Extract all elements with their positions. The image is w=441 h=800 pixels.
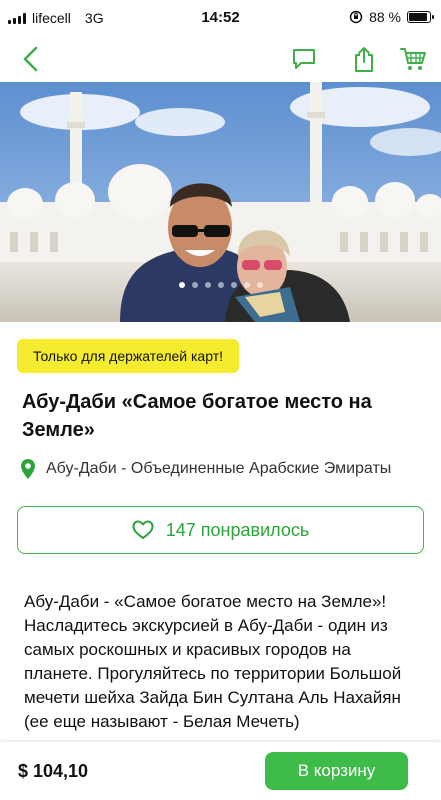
status-right: 88 % — [349, 9, 434, 25]
carousel-dot[interactable] — [204, 282, 211, 288]
carousel-dot[interactable] — [256, 282, 263, 288]
chevron-left-icon — [23, 46, 38, 72]
cardholders-only-badge: Только для держателей карт! — [17, 339, 239, 373]
price-label: $ 104,10 — [18, 761, 89, 781]
badge-label: Только для держателей карт! — [33, 348, 223, 364]
share-icon — [355, 47, 373, 72]
status-bar: lifecell 3G 14:52 88 % — [0, 0, 441, 36]
add-to-cart-button[interactable]: В корзину — [265, 752, 408, 790]
carousel-dot[interactable] — [243, 282, 250, 288]
product-title: Абу-Даби «Самое богатое место на Земле» — [22, 391, 372, 441]
hero-photo-carousel[interactable] — [0, 82, 441, 322]
battery-fill — [409, 13, 427, 21]
share-button[interactable] — [347, 42, 381, 76]
location-row: Абу-Даби - Объединенные Арабские Эмираты — [20, 458, 420, 480]
chat-icon — [293, 49, 315, 69]
cart-button[interactable] — [396, 42, 430, 76]
carousel-dots[interactable] — [0, 282, 441, 288]
chat-button[interactable] — [287, 42, 321, 76]
nav-bar — [0, 36, 441, 82]
battery-percent: 88 % — [369, 9, 401, 25]
carousel-dot[interactable] — [191, 282, 198, 288]
location-pin-icon — [21, 459, 35, 479]
carousel-dot[interactable] — [217, 282, 224, 288]
carousel-dot[interactable] — [230, 282, 237, 288]
location-text: Абу-Даби - Объединенные Арабские Эмираты — [46, 460, 392, 477]
heart-icon — [132, 520, 154, 539]
likes-label: 147 понравилось — [165, 519, 310, 540]
orientation-lock-icon — [349, 10, 363, 24]
cart-icon — [400, 48, 426, 70]
add-to-cart-label: В корзину — [297, 761, 376, 780]
carousel-dot[interactable] — [178, 282, 185, 288]
product-description: Абу-Даби - «Самое богатое место на Земле… — [24, 592, 402, 731]
bottom-bar: $ 104,10 В корзину — [0, 742, 441, 800]
back-button[interactable] — [14, 42, 48, 76]
like-button[interactable]: 147 понравилось — [17, 506, 424, 554]
battery-icon — [407, 11, 434, 23]
